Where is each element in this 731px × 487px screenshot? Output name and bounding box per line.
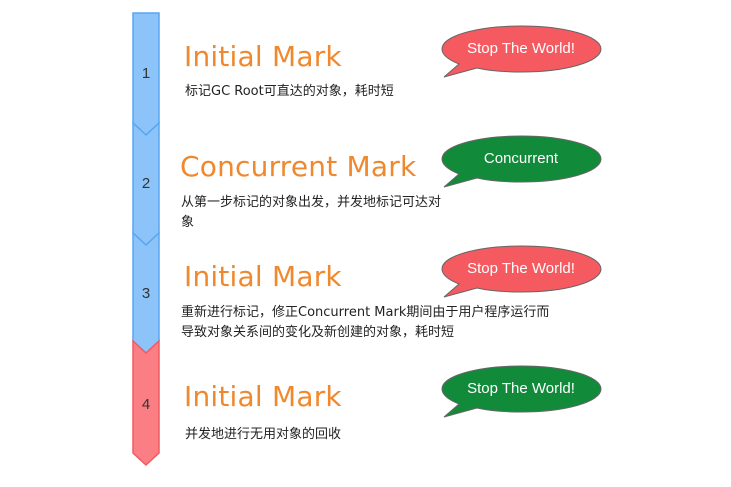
- phase-title-1: Initial Mark: [184, 40, 342, 73]
- bubble-label-3: Stop The World!: [467, 260, 575, 277]
- speech-bubble-3: Stop The World!: [441, 245, 611, 305]
- phase-description-1: 标记GC Root可直达的对象，耗时短: [185, 84, 394, 99]
- phase-title-3: Initial Mark: [184, 260, 342, 293]
- step-number-1: 1: [141, 65, 151, 82]
- gc-phase-diagram: 1 2 3 4 Initial Mark 标记GC Root可直达的对象，耗时短…: [0, 0, 731, 487]
- step-number-4: 4: [141, 396, 151, 413]
- phase-title-4: Initial Mark: [184, 380, 342, 413]
- phase-description-3: 重新进行标记，修正Concurrent Mark期间由于用户程序运行而导致对象关…: [181, 305, 550, 340]
- phase-description-2: 从第一步标记的对象出发，并发地标记可达对象: [181, 195, 442, 230]
- step-number-3: 3: [141, 285, 151, 302]
- step-number-2: 2: [141, 175, 151, 192]
- speech-bubble-4: Stop The World!: [441, 365, 611, 425]
- bubble-label-1: Stop The World!: [467, 40, 575, 57]
- phase-description-4: 并发地进行无用对象的回收: [185, 427, 342, 442]
- speech-bubble-2: Concurrent: [441, 135, 611, 195]
- bubble-label-4: Stop The World!: [467, 380, 575, 397]
- phase-title-2: Concurrent Mark: [180, 150, 417, 183]
- phase-timeline-bar: [132, 12, 160, 467]
- bubble-label-2: Concurrent: [483, 150, 559, 167]
- speech-bubble-1: Stop The World!: [441, 25, 611, 85]
